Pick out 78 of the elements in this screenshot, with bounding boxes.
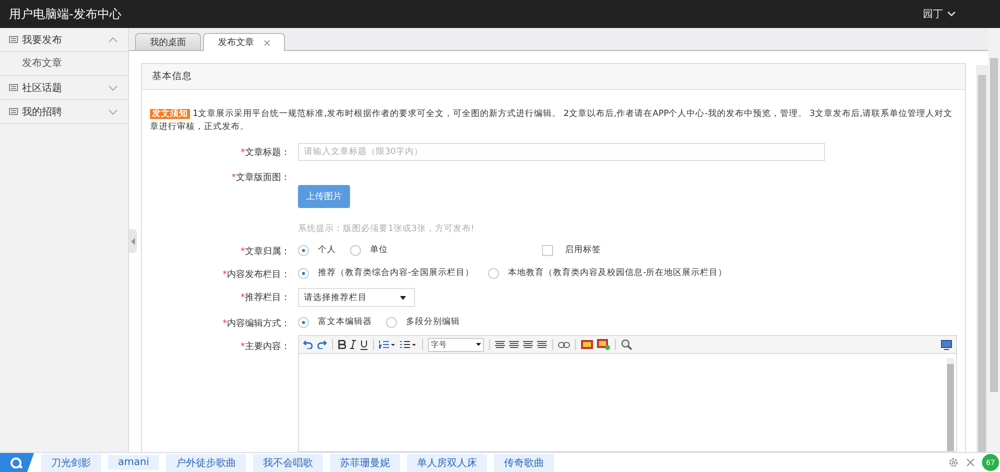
scrollbar[interactable] [988, 28, 1000, 452]
align-icon[interactable] [509, 340, 519, 348]
field-label: *推荐栏目： [240, 293, 290, 303]
radio-button[interactable] [350, 244, 361, 256]
notice-text: 发文须知 1文章展示采用平台统一规范标准,发布时根据作者的要求可全文，可全图的新方式进行编辑。 2文章以布后,作者请在APP个人中心-我的发布中预览，管理。 3文章发布后,请联系单位管理人对文章进行审核，正式发布。 [150, 108, 954, 134]
radio-option[interactable]: 单位 [350, 244, 388, 256]
italic-icon[interactable] [350, 340, 356, 349]
redo-icon[interactable] [317, 340, 327, 349]
close-icon[interactable] [264, 40, 270, 46]
radio-button[interactable] [386, 316, 397, 328]
numbered-list-icon[interactable] [379, 340, 396, 349]
bullet-list-icon[interactable] [400, 340, 417, 349]
search-icon[interactable] [0, 453, 34, 472]
field-label: *内容编辑方式： [222, 319, 290, 329]
caret-down-icon [476, 343, 481, 346]
list-icon [9, 108, 18, 115]
sidebar-item[interactable]: 我的招聘 [0, 100, 128, 124]
search-suggestion[interactable]: 刀光剑影 [41, 454, 101, 472]
radio-option[interactable]: 本地教育（教育类内容及校园信息-所在地区展示栏目） [488, 267, 728, 279]
close-icon[interactable] [966, 458, 975, 467]
caret-left-icon [131, 238, 135, 244]
search-suggestion[interactable]: 户外徒步歌曲 [166, 454, 246, 472]
search-suggestion[interactable]: 单人房双人床 [407, 454, 488, 472]
sidebar-label: 我要发布 [22, 34, 63, 46]
field-label: *文章版面图： [232, 173, 290, 183]
bold-icon[interactable] [338, 340, 346, 349]
list-icon [9, 84, 18, 91]
sidebar-label: 社区话题 [22, 82, 63, 94]
chevron-up-icon [108, 36, 118, 42]
panel-title: 基本信息 [152, 70, 192, 83]
sidebar-item[interactable]: 社区话题 [0, 76, 128, 100]
checkbox[interactable] [542, 244, 553, 256]
image-upload-icon[interactable] [597, 339, 610, 350]
settings-icon[interactable] [948, 457, 959, 468]
collapse-handle[interactable] [129, 229, 137, 253]
radio-button[interactable] [298, 244, 309, 256]
hint-text: 系统提示：版图必须要1张或3张，方可发布! [298, 223, 474, 235]
search-suggestion[interactable]: amani [108, 455, 160, 470]
radio-button[interactable] [298, 268, 309, 278]
link-icon[interactable] [558, 342, 570, 348]
radio-button[interactable] [298, 316, 309, 328]
scrollbar[interactable] [976, 65, 988, 452]
search-suggestion[interactable]: 我不会唱歌 [253, 454, 324, 472]
field-label: *主要内容： [240, 342, 290, 352]
sidebar-item[interactable]: 我要发布 [0, 28, 128, 52]
align-icon[interactable] [537, 340, 547, 348]
tab[interactable]: 我的桌面 [135, 33, 201, 50]
scrollbar[interactable] [947, 358, 954, 451]
align-icon[interactable] [495, 340, 505, 348]
chevron-down-icon [108, 84, 118, 90]
radio-option[interactable]: 推荐（教育类综合内容-全国展示栏目） [298, 267, 474, 279]
radio-option[interactable]: 多段分别编辑 [386, 316, 460, 328]
field-label: *内容发布栏目： [222, 270, 290, 280]
field-label: *文章标题： [240, 148, 290, 158]
list-icon [9, 36, 18, 43]
field-label: *文章归属： [240, 247, 290, 257]
underline-icon[interactable] [360, 340, 368, 350]
image-icon[interactable] [581, 340, 593, 349]
align-icon[interactable] [523, 340, 533, 348]
search-suggestion[interactable]: 苏菲珊曼妮 [330, 454, 400, 472]
radio-option[interactable]: 个人 [298, 244, 336, 256]
tab[interactable]: 发布文章 [203, 33, 285, 51]
sidebar-subitem[interactable]: 发布文章 [0, 52, 128, 76]
title-input[interactable]: 请输入文章标题（限30字内） [298, 143, 825, 161]
monitor-icon[interactable] [941, 340, 952, 350]
search-icon[interactable] [621, 339, 632, 350]
sidebar-label: 我的招聘 [22, 106, 63, 118]
chevron-down-icon [947, 11, 956, 17]
search-suggestion[interactable]: 传奇歌曲 [494, 454, 554, 472]
select-dropdown[interactable]: 请选择推荐栏目 [298, 288, 415, 307]
app-title: 用户电脑端-发布中心 [9, 6, 122, 22]
caret-down-icon [400, 296, 406, 300]
checkbox-option[interactable]: 启用标签 [542, 244, 601, 256]
radio-button[interactable] [488, 268, 500, 278]
chevron-down-icon [108, 108, 118, 114]
undo-icon[interactable] [303, 340, 313, 349]
radio-option[interactable]: 富文本编辑器 [298, 316, 372, 328]
user-menu[interactable]: 园丁 [917, 6, 962, 22]
